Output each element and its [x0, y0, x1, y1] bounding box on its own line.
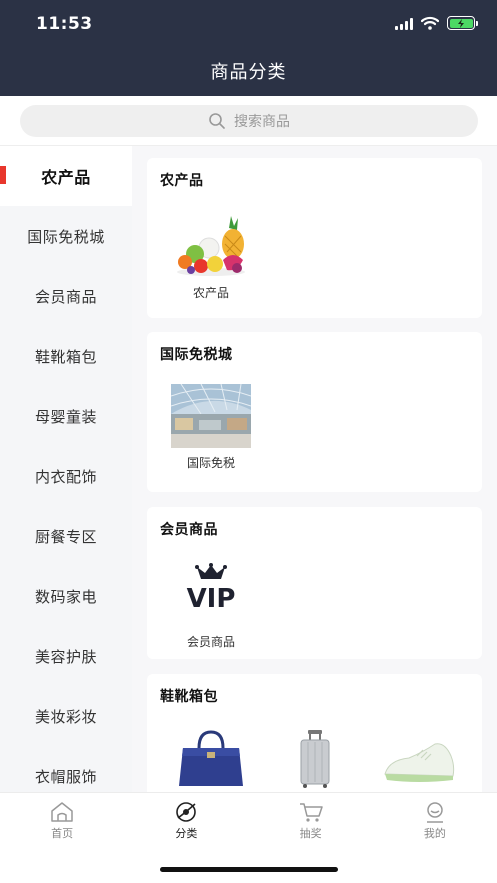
search-placeholder: 搜索商品 [234, 114, 290, 130]
section-title: 会员商品 [160, 522, 218, 538]
sidebar-item-label: 内衣配饰 [34, 467, 97, 486]
sidebar-item-digital[interactable]: 数码家电 [0, 566, 132, 626]
sidebar-item-label: 鞋靴箱包 [34, 347, 97, 366]
sidebar-item-duty-free[interactable]: 国际免税城 [0, 206, 132, 266]
page-title: 商品分类 [210, 62, 287, 83]
sidebar-item-label: 农产品 [41, 168, 91, 187]
category-icon [176, 802, 197, 822]
section-duty-free: 国际免税城 国际免税 [147, 332, 482, 492]
product-item-member-goods[interactable]: VIP 会员商品 [169, 563, 253, 650]
battery-icon [447, 16, 478, 30]
handbag-image [179, 730, 243, 786]
suitcase-image [300, 730, 330, 788]
sidebar-item-label: 美容护肤 [34, 647, 97, 666]
search-icon [209, 113, 225, 129]
vip-crown-image: VIP [187, 563, 236, 614]
sidebar-item-label: 母婴童装 [34, 407, 97, 426]
sidebar-item-label: 会员商品 [34, 287, 97, 306]
product-label: 国际免税 [186, 456, 235, 470]
product-item-suitcase[interactable] [273, 726, 357, 792]
sidebar-item-label: 美妆彩妆 [34, 707, 97, 726]
sidebar-item-label: 衣帽服饰 [34, 767, 97, 786]
mall-atrium-image [171, 384, 251, 448]
fruit-basket-image [177, 216, 245, 276]
tab-lottery[interactable]: 抽奖 [249, 793, 373, 846]
tab-home[interactable]: 首页 [0, 793, 124, 846]
section-title: 国际免税城 [160, 347, 233, 363]
sidebar-item-label: 国际免税城 [27, 227, 105, 246]
section-title: 鞋靴箱包 [160, 689, 218, 705]
product-label: 农产品 [192, 286, 229, 300]
sidebar-item-agriculture[interactable]: 农产品 [0, 146, 132, 206]
home-indicator [160, 867, 338, 872]
profile-icon [426, 802, 443, 823]
product-item-duty-free[interactable]: 国际免税 [169, 384, 253, 471]
section-title: 农产品 [160, 173, 204, 189]
section-agriculture: 农产品 农产品 [147, 158, 482, 318]
section-member-goods: 会员商品 VIP 会员商品 [147, 507, 482, 659]
search-input[interactable]: 搜索商品 [20, 105, 478, 137]
tab-label: 分类 [175, 827, 198, 840]
sidebar-item-apparel[interactable]: 衣帽服饰 [0, 746, 132, 792]
tab-label: 我的 [423, 827, 446, 840]
sidebar-item-underwear[interactable]: 内衣配饰 [0, 446, 132, 506]
wifi-icon [421, 16, 439, 30]
app-header: 11:53 商品分类 [0, 0, 497, 96]
status-time: 11:53 [36, 14, 93, 34]
bottom-tabbar: 首页 分类 抽奖 我的 [0, 792, 497, 846]
status-icons [395, 16, 478, 30]
product-item-sneaker[interactable] [377, 726, 461, 792]
sidebar-item-skincare[interactable]: 美容护肤 [0, 626, 132, 686]
signal-icon [395, 17, 413, 30]
product-item-agriculture[interactable]: 农产品 [169, 214, 253, 301]
product-label: 会员商品 [186, 635, 235, 649]
sneaker-image [384, 743, 455, 782]
sidebar-item-label: 数码家电 [34, 587, 97, 606]
home-icon [51, 802, 73, 822]
sidebar-item-kitchen[interactable]: 厨餐专区 [0, 506, 132, 566]
cart-icon [299, 803, 323, 822]
svg-text:VIP: VIP [187, 584, 236, 614]
sidebar-item-shoes-bags[interactable]: 鞋靴箱包 [0, 326, 132, 386]
tab-profile[interactable]: 我的 [373, 793, 497, 846]
sidebar-item-label: 厨餐专区 [34, 527, 97, 546]
tab-label: 抽奖 [299, 827, 322, 840]
category-content: 农产品 农产品 国际免税城 国际免税 会员商品 VIP 会员商品 鞋靴箱包 [132, 146, 497, 792]
tab-category[interactable]: 分类 [124, 793, 248, 846]
section-shoes-bags: 鞋靴箱包 [147, 674, 482, 792]
category-sidebar: 农产品 国际免税城 会员商品 鞋靴箱包 母婴童装 内衣配饰 厨餐专区 数码家电 … [0, 146, 132, 792]
product-item-handbag[interactable] [169, 726, 253, 792]
sidebar-item-baby-kids[interactable]: 母婴童装 [0, 386, 132, 446]
search-area: 搜索商品 [0, 96, 497, 146]
sidebar-item-member-goods[interactable]: 会员商品 [0, 266, 132, 326]
tab-label: 首页 [51, 827, 74, 840]
sidebar-item-makeup[interactable]: 美妆彩妆 [0, 686, 132, 746]
